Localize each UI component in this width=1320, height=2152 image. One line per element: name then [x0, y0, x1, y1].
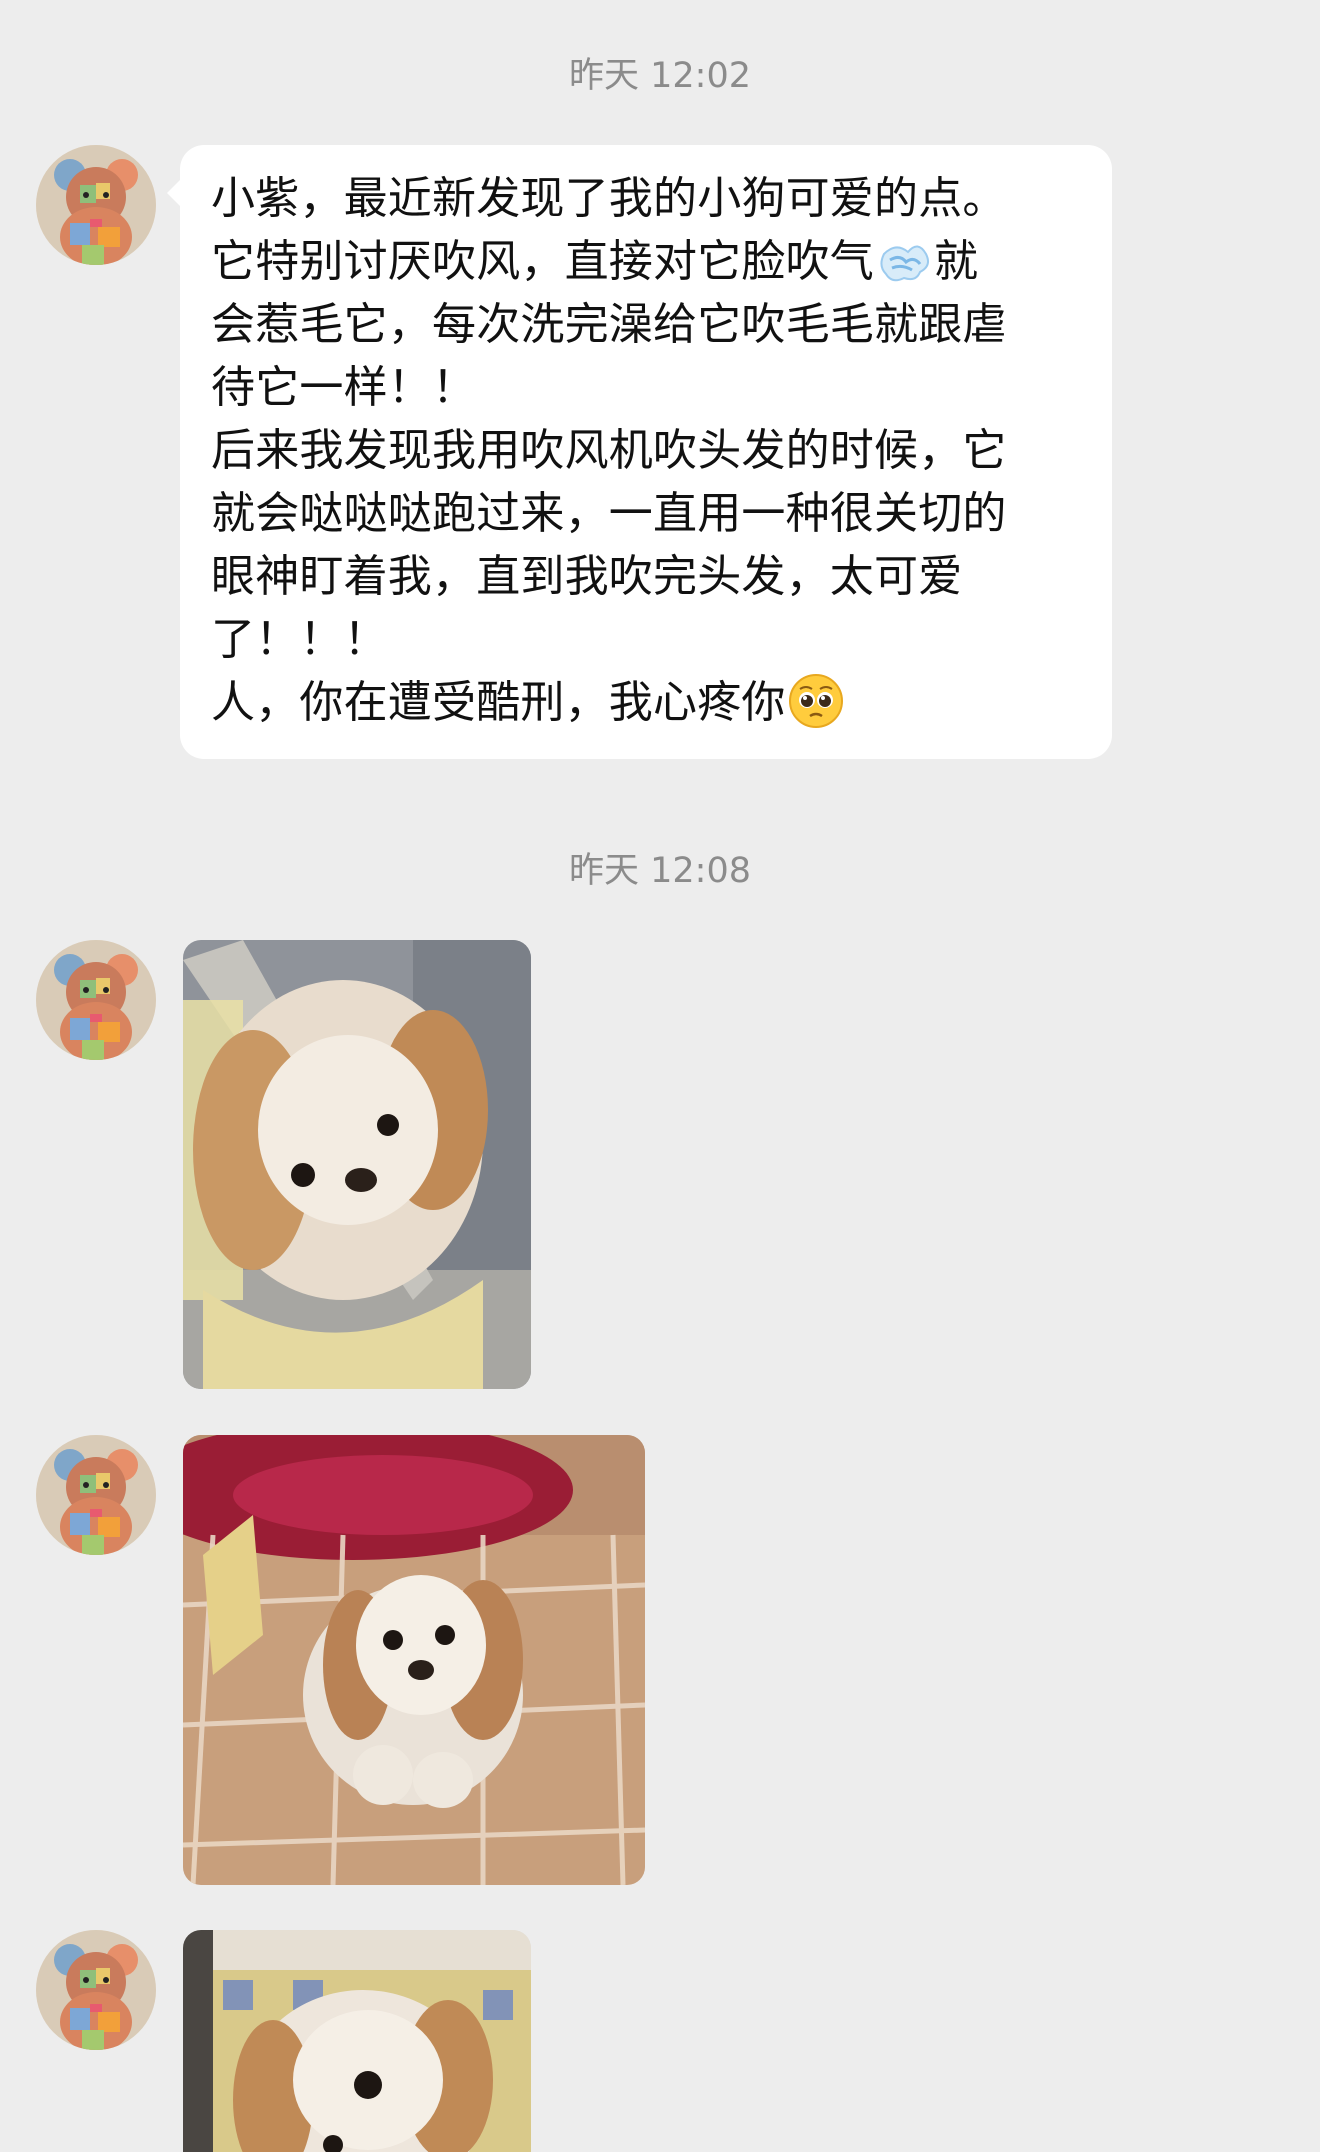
dog-photo [183, 1930, 531, 2152]
message-text: 就 [934, 236, 979, 287]
dashing-away-icon [880, 245, 929, 282]
avatar[interactable] [36, 940, 156, 1060]
message-text: 它特别讨厌吹风，直接对它脸吹气 [211, 236, 874, 287]
dog-photo [183, 1435, 645, 1885]
avatar[interactable] [36, 145, 156, 265]
message-line: 它特别讨厌吹风，直接对它脸吹气 就 [211, 230, 1082, 293]
avatar[interactable] [36, 1930, 156, 2050]
message-line: 待它一样！！ [211, 362, 477, 413]
avatar[interactable] [36, 1435, 156, 1555]
teddy-bear-avatar-icon [36, 145, 156, 265]
message-line: 会惹毛它，每次洗完澡给它吹毛毛就跟虐 [211, 299, 1007, 350]
dog-photo [183, 940, 531, 1389]
bubble-tail [167, 179, 181, 207]
message-line: 人，你在遭受酷刑，我心疼你 [211, 671, 1082, 734]
message-bubble[interactable]: 小紫，最近新发现了我的小狗可爱的点。 它特别讨厌吹风，直接对它脸吹气 就 会惹毛… [167, 145, 1112, 759]
teddy-bear-avatar-icon [36, 940, 156, 1060]
timestamp: 昨天 12:08 [569, 851, 751, 891]
timestamp: 昨天 12:02 [569, 56, 751, 96]
pleading-face-icon [788, 674, 843, 728]
photo-message[interactable] [183, 1930, 531, 2152]
photo-message[interactable] [183, 1435, 645, 1885]
message-text: 人，你在遭受酷刑，我心疼你 [211, 677, 786, 728]
message-line: 就会哒哒哒跑过来，一直用一种很关切的 [211, 488, 1007, 539]
message-line: 了！！！ [211, 614, 388, 665]
message-line: 眼神盯着我，直到我吹完头发，太可爱 [211, 551, 963, 602]
teddy-bear-avatar-icon [36, 1435, 156, 1555]
message-line: 后来我发现我用吹风机吹头发的时候，它 [211, 425, 1007, 476]
teddy-bear-avatar-icon [36, 1930, 156, 2050]
photo-message[interactable] [183, 940, 531, 1389]
message-line: 小紫，最近新发现了我的小狗可爱的点。 [211, 173, 1007, 224]
